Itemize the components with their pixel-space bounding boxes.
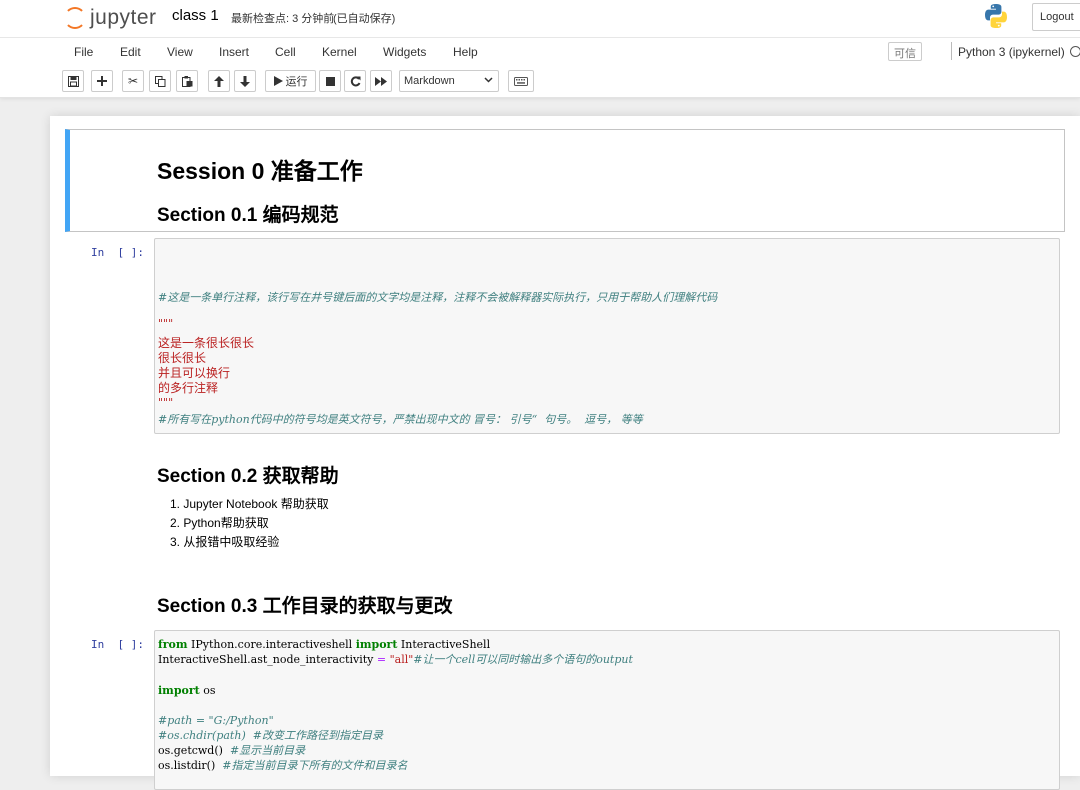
code-cell-input[interactable]: from IPython.core.interactiveshell impor… — [154, 630, 1060, 790]
input-prompt: In [ ]: — [91, 246, 144, 259]
code-line: from IPython.core.interactiveshell impor… — [158, 638, 491, 651]
move-up-button[interactable] — [208, 70, 230, 92]
heading-section-0-2: Section 0.2 获取帮助 — [157, 466, 339, 487]
heading-section-0-1: Section 0.1 编码规范 — [157, 205, 339, 226]
autosave-status: (已自动保存) — [333, 13, 396, 25]
list-item: 2. Python帮助获取 — [170, 516, 269, 530]
cell-type-select[interactable]: Markdown — [399, 70, 499, 92]
heading-section-0-3: Section 0.3 工作目录的获取与更改 — [157, 596, 453, 617]
code-line: #path = "G:/Python" — [158, 714, 274, 727]
docstring-line: 这是一条很长很长 — [158, 336, 255, 350]
restart-icon — [350, 75, 360, 86]
run-button[interactable]: 运行 — [265, 70, 316, 92]
docstring-close: """ — [158, 396, 174, 409]
cut-button[interactable]: ✂ — [122, 70, 144, 92]
code-line: import os — [158, 684, 216, 697]
logout-button[interactable]: Logout — [1032, 3, 1080, 31]
docstring-line: 很长很长 — [158, 351, 207, 365]
menubar: File Edit View Insert Cell Kernel Widget… — [0, 38, 1080, 66]
logo-text: jupyter — [90, 6, 157, 29]
header: jupyter class 1 最新检查点: 3 分钟前 (已自动保存) Log… — [0, 0, 1080, 98]
paste-icon — [181, 75, 192, 87]
list-item: 3. 从报错中吸取经验 — [170, 535, 280, 549]
interrupt-kernel-button[interactable] — [319, 70, 341, 92]
cell-type-value: Markdown — [404, 75, 455, 87]
kernel-name[interactable]: Python 3 (ipykernel) — [958, 45, 1065, 59]
menu-file[interactable]: File — [74, 45, 93, 59]
jupyter-logo-icon — [64, 5, 86, 31]
copy-button[interactable] — [149, 70, 171, 92]
notebook-container: Session 0 准备工作 Section 0.1 编码规范 In [ ]: … — [50, 116, 1080, 790]
move-down-button[interactable] — [234, 70, 256, 92]
code-comment-line: #这是一条单行注释，该行写在井号键后面的文字均是注释，注释不会被解释器实际执行，… — [158, 291, 718, 304]
list-item: 1. Jupyter Notebook 帮助获取 — [170, 497, 329, 511]
menu-view[interactable]: View — [167, 45, 193, 59]
menu-help[interactable]: Help — [453, 45, 478, 59]
kernel-idle-icon — [1070, 46, 1080, 57]
kernel-separator — [951, 42, 952, 60]
trusted-indicator[interactable]: 可信 — [888, 42, 922, 61]
menu-cell[interactable]: Cell — [275, 45, 296, 59]
notebook-title[interactable]: class 1 — [172, 7, 219, 24]
code-line: os.listdir() #指定当前目录下所有的文件和目录名 — [158, 759, 408, 772]
restart-run-all-button[interactable] — [370, 70, 392, 92]
chevron-down-icon — [484, 77, 493, 83]
checkpoint-status: 最新检查点: 3 分钟前 — [231, 13, 335, 25]
arrow-up-icon — [214, 75, 224, 87]
code-cell-input[interactable]: #这是一条单行注释，该行写在井号键后面的文字均是注释，注释不会被解释器实际执行，… — [154, 238, 1060, 434]
fast-forward-icon — [375, 76, 387, 86]
heading-session-0: Session 0 准备工作 — [157, 158, 363, 184]
restart-kernel-button[interactable] — [344, 70, 366, 92]
markdown-cell-selected[interactable]: Session 0 准备工作 Section 0.1 编码规范 — [65, 129, 1065, 232]
top-bar: jupyter class 1 最新检查点: 3 分钟前 (已自动保存) Log… — [0, 0, 1080, 38]
arrow-down-icon — [240, 75, 250, 87]
python-logo-icon — [984, 3, 1008, 31]
keyboard-icon — [514, 76, 528, 86]
insert-cell-button[interactable] — [91, 70, 113, 92]
menu-widgets[interactable]: Widgets — [383, 45, 426, 59]
help-list: 1. Jupyter Notebook 帮助获取 2. Python帮助获取 3… — [170, 495, 329, 552]
save-icon — [67, 75, 79, 87]
code-line: InteractiveShell.ast_node_interactivity … — [158, 653, 633, 666]
paste-button[interactable] — [176, 70, 198, 92]
docstring-open: """ — [158, 317, 174, 330]
docstring-line: 并且可以换行 — [158, 366, 231, 380]
plus-icon — [97, 76, 107, 86]
run-label: 运行 — [285, 76, 308, 88]
menu-edit[interactable]: Edit — [120, 45, 141, 59]
command-palette-button[interactable] — [508, 70, 534, 92]
copy-icon — [154, 75, 165, 87]
cut-icon: ✂ — [127, 74, 139, 88]
input-prompt: In [ ]: — [91, 638, 144, 651]
save-button[interactable] — [62, 70, 84, 92]
code-line: #os.chdir(path) #改变工作路径到指定目录 — [158, 729, 383, 742]
jupyter-logo[interactable]: jupyter — [64, 4, 157, 32]
menu-insert[interactable]: Insert — [219, 45, 249, 59]
docstring-line: 的多行注释 — [158, 381, 219, 395]
code-comment-line: #所有写在python代码中的符号均是英文符号，严禁出现中文的 冒号： 引号“ … — [158, 413, 643, 426]
toolbar: ✂ 运行 Markdown — [0, 70, 1080, 94]
run-icon — [273, 76, 283, 86]
code-line: os.getcwd() #显示当前目录 — [158, 744, 306, 757]
stop-icon — [325, 76, 335, 86]
menu-kernel[interactable]: Kernel — [322, 45, 357, 59]
